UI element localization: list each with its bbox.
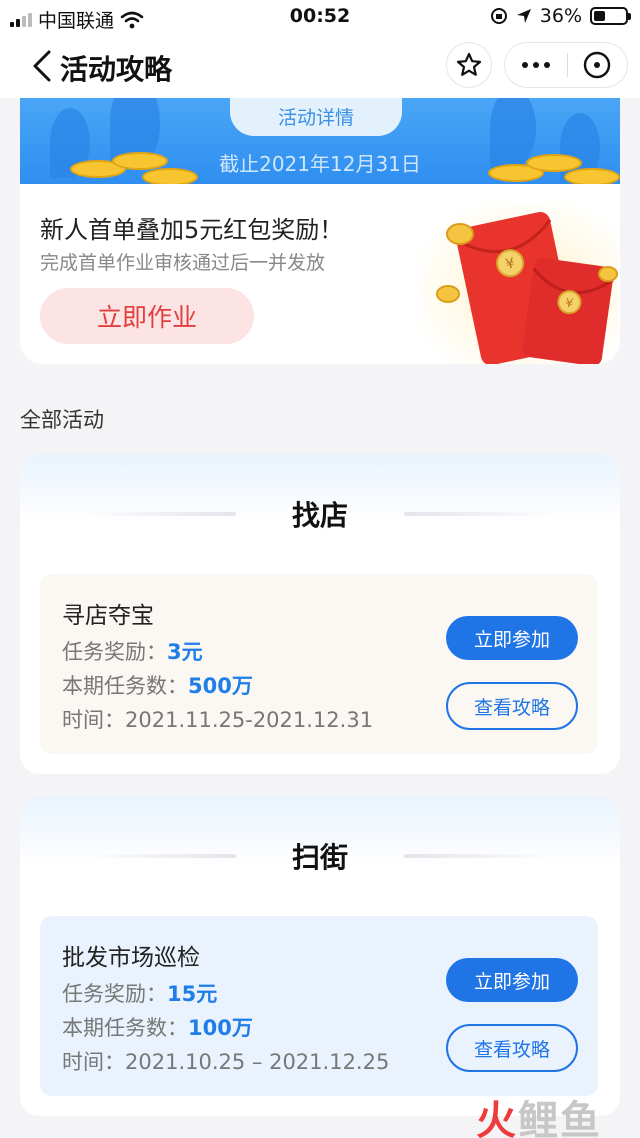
header-divider bbox=[85, 512, 236, 516]
header-divider bbox=[404, 854, 554, 858]
count-value: 100万 bbox=[188, 1016, 253, 1040]
battery-icon bbox=[590, 7, 631, 25]
view-guide-button[interactable]: 查看攻略 bbox=[446, 1024, 578, 1072]
section-label: 全部活动 bbox=[20, 408, 104, 432]
deadline-text: 截止2021年12月31日 bbox=[219, 152, 421, 176]
watermark-logo: 火鲤鱼 bbox=[476, 1098, 602, 1138]
status-right: 36% bbox=[490, 5, 631, 27]
task-count: 本期任务数：100万 bbox=[62, 1016, 253, 1040]
page-title: 活动攻略 bbox=[60, 53, 173, 86]
battery-percent: 36% bbox=[539, 5, 582, 27]
reward-value: 3元 bbox=[167, 640, 203, 664]
activity-banner: 活动详情 截止2021年12月31日 bbox=[20, 98, 620, 184]
view-guide-button[interactable]: 查看攻略 bbox=[446, 682, 578, 730]
start-task-button[interactable]: 立即作业 bbox=[40, 288, 254, 344]
close-button[interactable] bbox=[567, 43, 627, 87]
close-icon bbox=[584, 51, 611, 79]
activity-category-title: 扫街 bbox=[291, 841, 348, 874]
count-value: 500万 bbox=[188, 674, 253, 698]
time-value: 2021.11.25-2021.12.31 bbox=[125, 708, 374, 732]
task-count: 本期任务数：500万 bbox=[62, 674, 253, 698]
activity-category-header: 扫街 bbox=[20, 796, 620, 916]
task-time: 时间：2021.11.25-2021.12.31 bbox=[62, 708, 374, 732]
nav-bar: 活动攻略 bbox=[0, 34, 640, 98]
orientation-lock-icon bbox=[490, 8, 507, 24]
time-value: 2021.10.25 – 2021.12.25 bbox=[125, 1050, 390, 1074]
red-envelope-icon: ¥ ¥ bbox=[418, 202, 618, 364]
more-button[interactable] bbox=[505, 43, 567, 87]
mini-program-capsule bbox=[504, 42, 628, 88]
location-arrow-icon bbox=[516, 9, 531, 23]
task-name: 批发市场巡检 bbox=[62, 945, 200, 971]
activity-category-title: 找店 bbox=[291, 499, 348, 532]
task-name: 寻店夺宝 bbox=[62, 603, 154, 629]
header-divider bbox=[404, 512, 554, 516]
promo-subtitle: 完成首单作业审核通过后一并发放 bbox=[40, 252, 326, 274]
favorite-button[interactable] bbox=[446, 42, 492, 88]
reward-value: 15元 bbox=[167, 982, 218, 1006]
activity-card: 找店 寻店夺宝 任务奖励：3元 本期任务数：500万 时间：2021.11.25… bbox=[20, 454, 620, 774]
activity-card: 扫街 批发市场巡检 任务奖励：15元 本期任务数：100万 时间：2021.10… bbox=[20, 796, 620, 1116]
more-icon bbox=[521, 62, 528, 68]
join-button[interactable]: 立即参加 bbox=[446, 616, 578, 660]
back-button[interactable] bbox=[22, 46, 62, 86]
join-button[interactable]: 立即参加 bbox=[446, 958, 578, 1002]
promo-card: 活动详情 截止2021年12月31日 新人首单叠加5元红包奖励！ 完成首单作业审… bbox=[20, 98, 620, 364]
header-divider bbox=[85, 854, 236, 858]
activity-details-button[interactable]: 活动详情 bbox=[230, 98, 402, 136]
status-bar: 中国联通 00:52 36% bbox=[0, 0, 640, 34]
task-time: 时间：2021.10.25 – 2021.12.25 bbox=[62, 1050, 390, 1074]
star-icon bbox=[456, 52, 482, 76]
task-reward: 任务奖励：3元 bbox=[62, 640, 203, 664]
promo-title: 新人首单叠加5元红包奖励！ bbox=[40, 216, 344, 244]
activity-category-header: 找店 bbox=[20, 454, 620, 574]
task-item: 寻店夺宝 任务奖励：3元 本期任务数：500万 时间：2021.11.25-20… bbox=[40, 574, 598, 754]
task-reward: 任务奖励：15元 bbox=[62, 982, 218, 1006]
back-chevron-icon bbox=[33, 50, 51, 82]
task-item: 批发市场巡检 任务奖励：15元 本期任务数：100万 时间：2021.10.25… bbox=[40, 916, 598, 1096]
